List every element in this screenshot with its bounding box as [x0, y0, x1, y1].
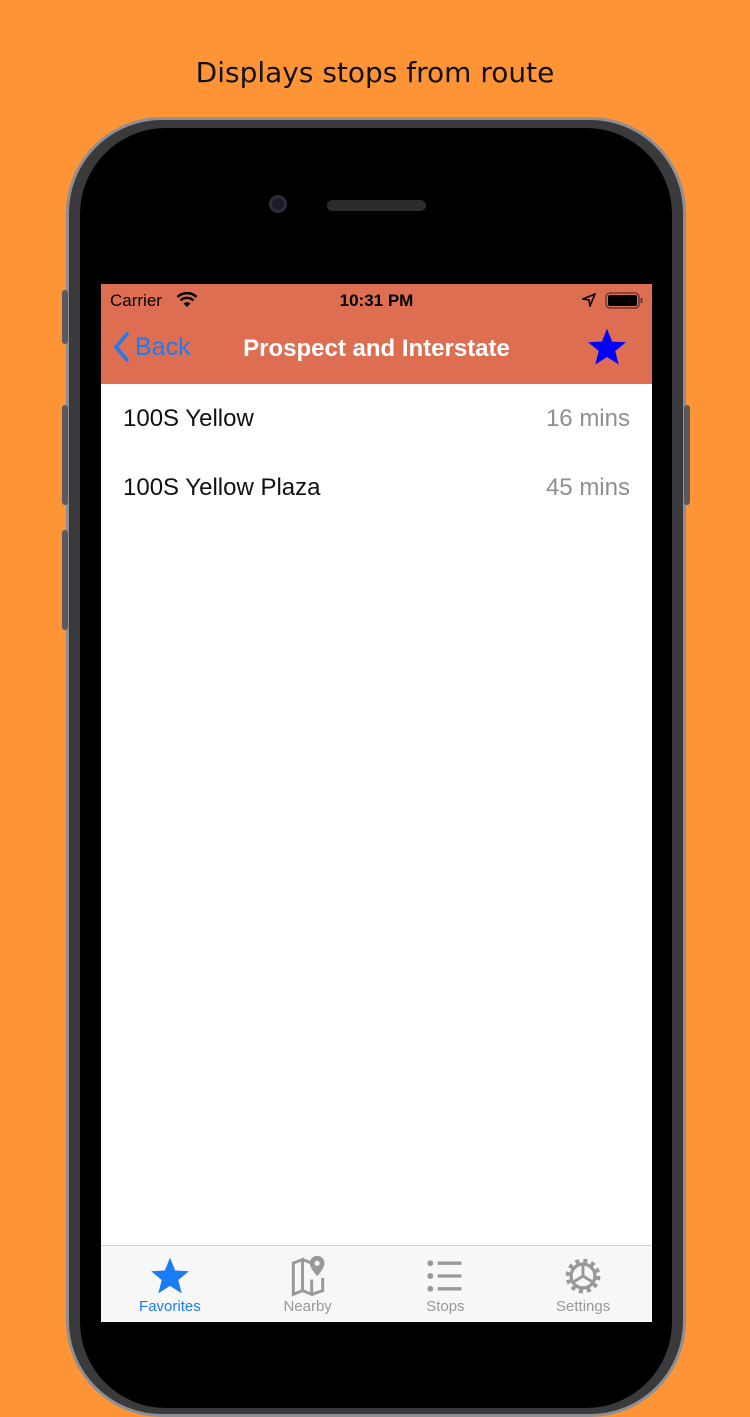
- tab-bar: Favorites Nearby Stops Settings: [101, 1245, 652, 1322]
- header: Carrier 10:31 PM Back Prospect and Inter…: [101, 284, 652, 384]
- volume-up-button: [62, 405, 68, 505]
- tab-stops[interactable]: Stops: [377, 1246, 515, 1322]
- caption: Displays stops from route: [195, 56, 555, 89]
- stop-row[interactable]: 100S Yellow Plaza 45 mins: [101, 453, 652, 522]
- volume-down-button: [62, 530, 68, 630]
- stop-time: 45 mins: [545, 473, 630, 501]
- stop-row[interactable]: 100S Yellow 16 mins: [101, 384, 652, 453]
- list-icon: [427, 1260, 462, 1292]
- status-bar: Carrier 10:31 PM: [101, 284, 652, 316]
- stop-name: 100S Yellow Plaza: [123, 473, 321, 501]
- tab-label: Nearby: [283, 1298, 332, 1315]
- status-time: 10:31 PM: [339, 291, 414, 310]
- stop-name: 100S Yellow: [123, 404, 254, 432]
- tab-label: Stops: [426, 1298, 465, 1315]
- gear-icon: [565, 1258, 601, 1294]
- camera: [269, 195, 287, 213]
- battery-icon: [605, 292, 643, 309]
- page-title: Prospect and Interstate: [243, 335, 510, 362]
- star-icon: [150, 1257, 189, 1294]
- map-pin-icon: [291, 1255, 325, 1297]
- screen: Carrier 10:31 PM Back Prospect and Inter…: [101, 284, 652, 1322]
- tab-label: Favorites: [139, 1298, 201, 1315]
- location-icon: [582, 293, 596, 307]
- mute-switch: [62, 290, 68, 344]
- tab-label: Settings: [556, 1298, 611, 1315]
- power-button: [684, 405, 690, 505]
- speaker: [327, 200, 426, 211]
- tab-nearby[interactable]: Nearby: [239, 1246, 377, 1322]
- stop-time: 16 mins: [545, 404, 630, 432]
- tab-settings[interactable]: Settings: [514, 1246, 652, 1322]
- tab-favorites[interactable]: Favorites: [101, 1246, 239, 1322]
- favorite-star-button[interactable]: [586, 326, 628, 368]
